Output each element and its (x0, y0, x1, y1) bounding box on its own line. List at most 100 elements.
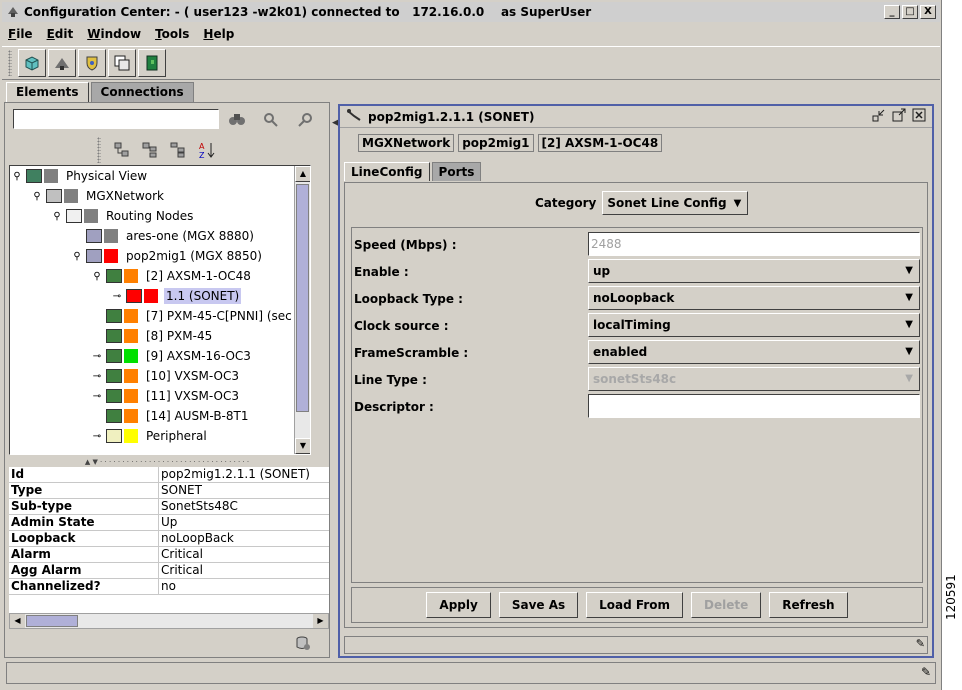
search-input[interactable] (13, 109, 219, 129)
breadcrumb-item[interactable]: pop2mig1 (458, 134, 534, 152)
tree-node[interactable]: [7] PXM-45-C[PNNI] (sec [8]) (92, 306, 310, 326)
descriptor-field[interactable] (588, 394, 920, 418)
tree-node[interactable]: ⊸ [11] VXSM-OC3 (92, 386, 241, 406)
menu-bar: File Edit Window Tools Help (2, 24, 940, 44)
prop-value: Critical (161, 563, 203, 577)
pane-splitter[interactable]: ▲ ▼ · · · · · · · · · · · · · · · · · · … (7, 459, 327, 466)
tree-scrollbar[interactable]: ▲ ▼ (294, 166, 310, 454)
undock-icon[interactable] (892, 108, 906, 125)
close-button[interactable]: X (920, 5, 936, 19)
status-square (124, 349, 138, 363)
find-next-icon[interactable] (261, 109, 281, 129)
tree-node[interactable]: ⊸ 1.1 (SONET) (112, 286, 242, 306)
satellite-icon (55, 58, 69, 70)
load-from-button[interactable]: Load From (586, 592, 683, 618)
expander-icon[interactable]: ⊸ (92, 371, 102, 382)
tab-connections[interactable]: Connections (90, 82, 194, 102)
status-square (64, 189, 78, 203)
satellite-button[interactable] (48, 49, 76, 77)
refresh-button[interactable]: Refresh (769, 592, 848, 618)
clock-source-value: localTiming (593, 318, 671, 332)
prop-key: Agg Alarm (9, 563, 159, 578)
line-type-label: Line Type : (354, 373, 427, 387)
expand-node-icon[interactable] (113, 140, 133, 160)
category-select[interactable]: Sonet Line Config ▼ (602, 191, 749, 215)
apply-button[interactable]: Apply (426, 592, 491, 618)
scroll-thumb[interactable] (26, 615, 78, 627)
sort-icon[interactable]: AZ (197, 140, 217, 160)
expander-icon[interactable]: ⚲ (12, 171, 22, 182)
save-as-button[interactable]: Save As (498, 592, 579, 618)
tree-node[interactable]: ares-one (MGX 8880) (72, 226, 256, 246)
expander-icon[interactable]: ⊸ (92, 391, 102, 402)
table-row: Admin State Up (9, 515, 329, 531)
prop-key: Id (9, 467, 159, 482)
cube-button[interactable] (18, 49, 46, 77)
expander-icon[interactable]: ⊸ (112, 291, 122, 302)
breadcrumb-item[interactable]: [2] AXSM-1-OC48 (537, 134, 663, 152)
collapse-node-icon[interactable] (141, 140, 161, 160)
loopback-type-value: noLoopback (593, 291, 675, 305)
pen-icon[interactable]: ✎ (921, 665, 931, 679)
loopback-type-select[interactable]: noLoopback ▼ (588, 286, 920, 310)
tree-node-label: [8] PXM-45 (146, 329, 213, 343)
tree-node[interactable]: ⚲ Physical View (12, 166, 149, 186)
tree-node[interactable]: ⚲ Routing Nodes (52, 206, 195, 226)
tree-node[interactable]: [14] AUSM-B-8T1 (92, 406, 250, 426)
scroll-right-icon[interactable]: ▶ (313, 614, 328, 628)
table-row: Agg Alarm Critical (9, 563, 329, 579)
properties-hscrollbar[interactable]: ◀ ▶ (9, 613, 329, 629)
tree-node-label: [9] AXSM-16-OC3 (146, 349, 251, 363)
scroll-thumb[interactable] (296, 184, 309, 412)
tree-node[interactable]: ⚲ pop2mig1 (MGX 8850) (72, 246, 264, 266)
windows-button[interactable] (108, 49, 136, 77)
tree-node[interactable]: ⚲ MGXNetwork (32, 186, 166, 206)
tree-toolbar-grip[interactable] (97, 137, 101, 163)
tree-node[interactable]: ⊸ Peripheral (92, 426, 209, 446)
config-tabs: LineConfig Ports (344, 162, 482, 181)
status-square (124, 369, 138, 383)
tree-node[interactable]: ⚲ [2] AXSM-1-OC48 (92, 266, 253, 286)
close-pane-icon[interactable] (912, 108, 926, 125)
expander-icon[interactable]: ⊸ (92, 351, 102, 362)
find-previous-icon[interactable] (295, 109, 315, 129)
clock-source-select[interactable]: localTiming ▼ (588, 313, 920, 337)
expander-icon[interactable]: ⊸ (92, 431, 102, 442)
tab-elements[interactable]: Elements (6, 82, 89, 102)
enable-select[interactable]: up ▼ (588, 259, 920, 283)
toolbar (2, 46, 940, 80)
breadcrumb-item[interactable]: MGXNetwork (358, 134, 455, 152)
exit-button[interactable] (138, 49, 166, 77)
toolbar-grip[interactable] (8, 50, 12, 76)
expander-icon[interactable]: ⚲ (52, 211, 62, 222)
database-icon[interactable] (295, 635, 311, 655)
scroll-left-icon[interactable]: ◀ (10, 614, 25, 628)
expander-icon[interactable]: ⚲ (72, 251, 82, 262)
line-type-value: sonetSts48c (593, 372, 677, 386)
card-icon (106, 269, 122, 283)
expander-icon[interactable]: ⚲ (92, 271, 102, 282)
minimize-button[interactable]: _ (884, 5, 900, 19)
tree-node[interactable]: ⊸ [9] AXSM-16-OC3 (92, 346, 253, 366)
restore-icon[interactable] (872, 108, 886, 125)
menu-help[interactable]: Help (203, 27, 234, 41)
action-bar: Apply Save As Load From Delete Refresh (351, 587, 923, 623)
menu-edit[interactable]: Edit (47, 27, 74, 41)
framescramble-select[interactable]: enabled ▼ (588, 340, 920, 364)
scroll-down-icon[interactable]: ▼ (295, 438, 310, 454)
tab-lineconfig[interactable]: LineConfig (344, 162, 430, 181)
expander-icon[interactable]: ⚲ (32, 191, 42, 202)
scroll-up-icon[interactable]: ▲ (295, 166, 310, 182)
shield-button[interactable] (78, 49, 106, 77)
menu-window[interactable]: Window (87, 27, 141, 41)
menu-file[interactable]: File (8, 27, 33, 41)
pen-icon[interactable]: ✎ (916, 637, 925, 650)
tab-ports[interactable]: Ports (431, 162, 482, 181)
tree-node[interactable]: ⊸ [10] VXSM-OC3 (92, 366, 241, 386)
menu-tools[interactable]: Tools (155, 27, 189, 41)
tree-node[interactable]: [8] PXM-45 (92, 326, 214, 346)
expand-all-icon[interactable] (169, 140, 189, 160)
binoculars-icon[interactable] (227, 109, 247, 129)
maximize-button[interactable]: □ (902, 5, 918, 19)
main-tabs: Elements Connections (6, 82, 194, 102)
